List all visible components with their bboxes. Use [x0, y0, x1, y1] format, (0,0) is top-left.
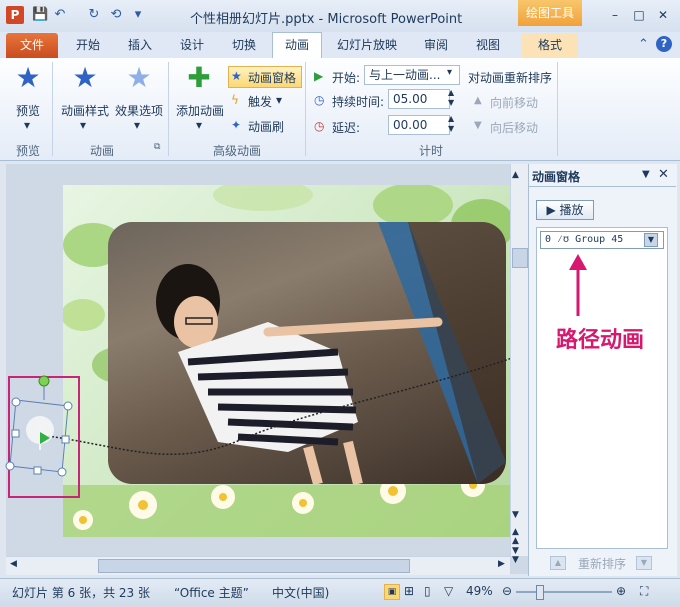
theme-name[interactable]: “Office 主题”: [174, 584, 249, 601]
pane-close-icon[interactable]: ✕: [658, 167, 669, 182]
reorder-up-icon[interactable]: ▲: [550, 556, 566, 570]
fit-to-window-icon[interactable]: ⛶: [640, 584, 648, 599]
zoom-slider-thumb[interactable]: [536, 585, 544, 600]
next-slide-icon[interactable]: ▼ ▼: [512, 547, 519, 565]
annotation-arrow: [569, 254, 587, 316]
pane-menu-icon[interactable]: ▼: [642, 169, 650, 180]
slide-sorter-icon[interactable]: ⊞: [404, 584, 414, 598]
scroll-down-icon[interactable]: ▼: [512, 510, 519, 520]
animation-pane-title: 动画窗格: [532, 170, 581, 184]
play-icon: ▶: [546, 203, 560, 217]
dandelion-shape[interactable]: [0, 370, 90, 480]
slideshow-icon[interactable]: ▽: [444, 584, 453, 598]
zoom-in-icon[interactable]: ⊕: [616, 584, 626, 598]
animation-list: [536, 227, 668, 549]
normal-view-icon[interactable]: ▣: [384, 584, 400, 600]
annotation-label: 路径动画: [556, 328, 645, 353]
group-divider: [557, 62, 558, 156]
horizontal-scroll-thumb[interactable]: [98, 559, 410, 573]
zoom-out-icon[interactable]: ⊖: [502, 584, 512, 598]
previous-slide-icon[interactable]: ▲ ▲: [512, 528, 519, 546]
close-button[interactable]: ✕: [652, 6, 674, 24]
scroll-up-icon[interactable]: ▲: [512, 170, 519, 180]
reorder-down-icon[interactable]: ▼: [636, 556, 652, 570]
language-indicator[interactable]: 中文(中国): [272, 584, 329, 601]
scroll-right-icon[interactable]: ▶: [498, 559, 505, 569]
tab-format[interactable]: 格式: [522, 33, 578, 58]
play-button[interactable]: ▶ 播放: [536, 200, 594, 220]
item-dropdown-icon[interactable]: ▼: [644, 233, 658, 247]
scroll-left-icon[interactable]: ◀: [10, 559, 17, 569]
minimize-button[interactable]: –: [604, 6, 626, 24]
reading-view-icon[interactable]: ▯: [424, 584, 431, 598]
vertical-scrollbar[interactable]: [510, 164, 529, 556]
help-icon[interactable]: ?: [656, 36, 672, 52]
zoom-level[interactable]: 49%: [466, 584, 493, 598]
zoom-slider-track[interactable]: [516, 591, 612, 593]
slide-counter: 幻灯片 第 6 张，共 23 张: [12, 586, 150, 600]
vertical-scroll-thumb[interactable]: [512, 248, 528, 268]
pane-divider: [528, 186, 676, 187]
play-label: 播放: [559, 203, 584, 217]
maximize-button[interactable]: □: [628, 6, 650, 24]
ribbon-collapse-icon[interactable]: ⌃: [638, 37, 649, 52]
reorder-label: 重新排序: [578, 557, 627, 571]
